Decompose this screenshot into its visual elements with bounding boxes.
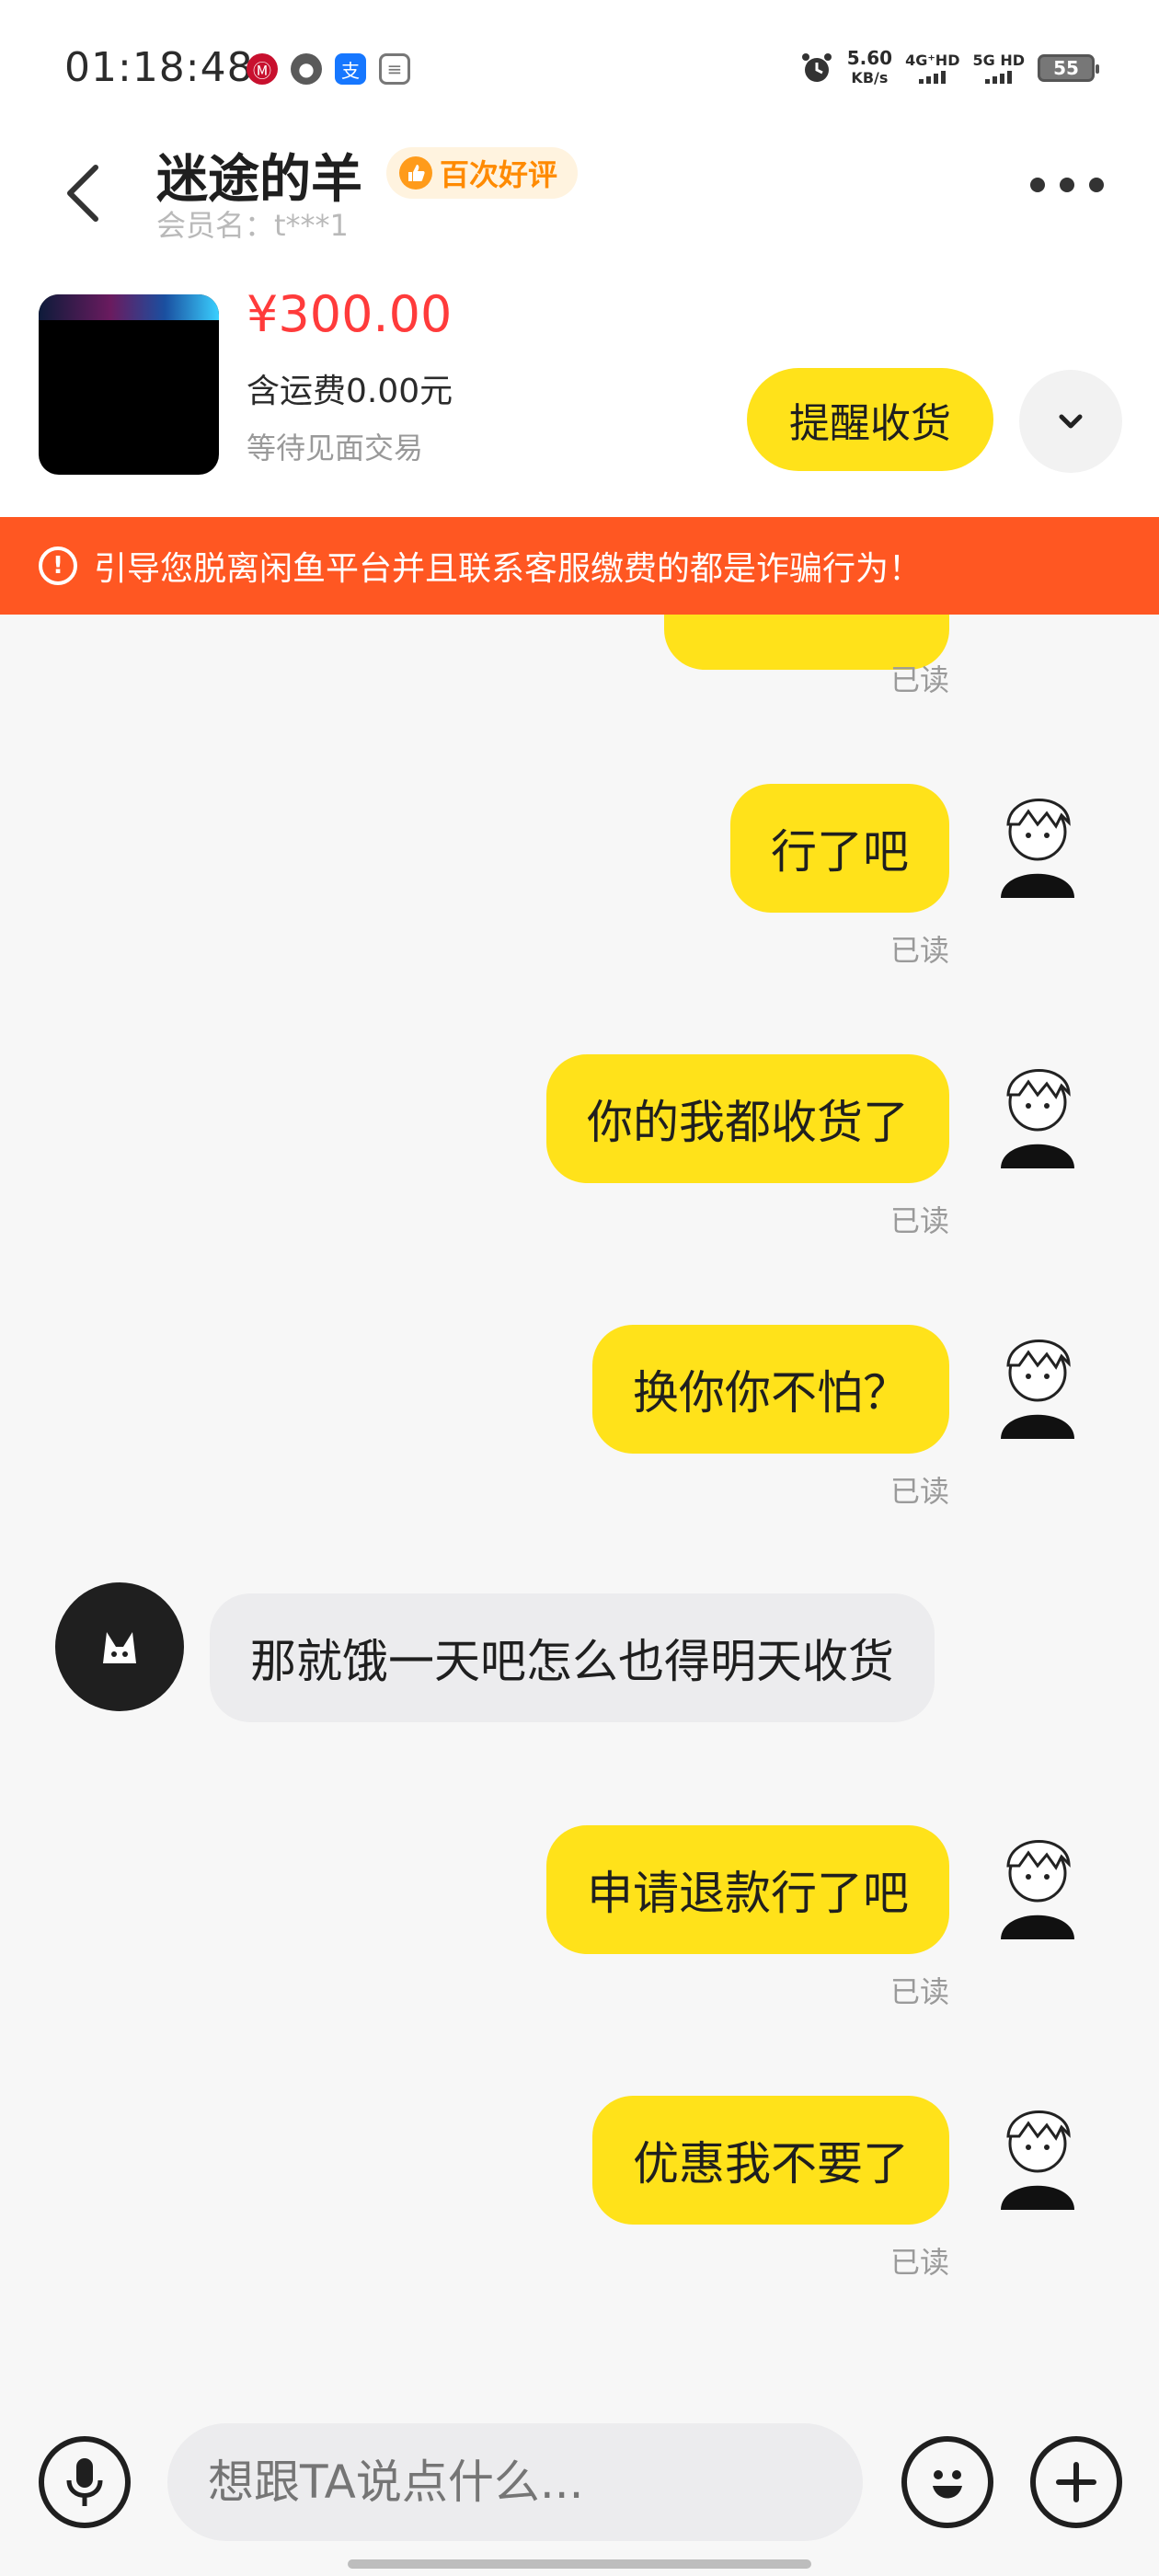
message-bubble[interactable]: 行了吧 bbox=[730, 784, 949, 913]
product-image-strip bbox=[39, 294, 219, 320]
network-speed: 5.60 KB/s bbox=[847, 48, 892, 88]
fraud-warning-text: 引导您脱离闲鱼平台并且联系客服缴费的都是诈骗行为！ bbox=[94, 550, 923, 588]
user-avatar-icon bbox=[1001, 1069, 1074, 1168]
deal-status: 等待见面交易 bbox=[247, 431, 424, 466]
message-bubble[interactable]: 换你你不怕？ bbox=[592, 1325, 949, 1454]
read-receipt: 已读 bbox=[889, 1974, 949, 2009]
battery-icon: 55 bbox=[1038, 54, 1099, 82]
bank-app-icon: Ⓜ bbox=[247, 53, 278, 85]
user-avatar-icon bbox=[1001, 1340, 1074, 1439]
voice-button[interactable] bbox=[39, 2436, 131, 2528]
plus-icon bbox=[1056, 2462, 1096, 2502]
read-receipt: 已读 bbox=[889, 1203, 949, 1238]
more-functions-button[interactable] bbox=[1030, 2436, 1122, 2528]
my-avatar[interactable] bbox=[982, 2090, 1093, 2210]
shipping-fee: 含运费0.00元 bbox=[247, 373, 453, 410]
product-thumbnail[interactable] bbox=[39, 294, 219, 475]
more-dot-icon bbox=[1030, 178, 1045, 192]
signal-4g: 4G⁺HD bbox=[905, 52, 959, 84]
review-badge[interactable]: 百次好评 bbox=[386, 147, 579, 199]
my-avatar[interactable] bbox=[982, 1319, 1093, 1439]
message-bubble-received[interactable]: 那就饿一天吧怎么也得明天收货 bbox=[210, 1593, 935, 1722]
net1-label: 4G⁺HD bbox=[905, 52, 960, 69]
status-bar: 01:18:48 Ⓜ ● 支 ≡ 5.60 KB/s 4G⁺HD 5G HD 5… bbox=[0, 0, 1159, 138]
message-bubble[interactable]: 申请退款行了吧 bbox=[546, 1825, 949, 1954]
message-bubble[interactable]: 优惠我不要了 bbox=[592, 2096, 949, 2225]
more-dot-icon bbox=[1089, 178, 1104, 192]
document-icon: ≡ bbox=[379, 53, 410, 85]
user-avatar-icon bbox=[1001, 2110, 1074, 2210]
cat-avatar-icon bbox=[103, 1632, 136, 1663]
status-time: 01:18:48 bbox=[64, 44, 254, 91]
read-receipt: 已读 bbox=[889, 662, 949, 697]
my-avatar[interactable] bbox=[982, 1820, 1093, 1939]
thumbs-up-icon bbox=[399, 156, 432, 190]
microphone-icon bbox=[66, 2458, 103, 2506]
notification-icons: Ⓜ ● 支 ≡ bbox=[247, 53, 410, 85]
more-options-button[interactable] bbox=[1030, 175, 1104, 195]
chat-header: 迷途的羊 百次好评 会员名：t***1 ¥300.00 含运费0.00元 等待见… bbox=[0, 138, 1159, 524]
my-avatar[interactable] bbox=[982, 1049, 1093, 1168]
user-avatar-icon bbox=[1001, 1840, 1074, 1939]
message-input[interactable] bbox=[167, 2423, 863, 2541]
alarm-icon bbox=[801, 53, 832, 82]
read-receipt: 已读 bbox=[889, 1474, 949, 1509]
status-right: 5.60 KB/s 4G⁺HD 5G HD 55 bbox=[799, 48, 1099, 88]
member-name: 会员名：t***1 bbox=[156, 208, 349, 243]
input-bar bbox=[0, 2409, 1159, 2576]
back-button[interactable] bbox=[55, 156, 110, 230]
chevron-down-icon bbox=[1059, 414, 1083, 429]
emoji-button[interactable] bbox=[901, 2436, 993, 2528]
smiley-icon bbox=[933, 2470, 962, 2499]
signal-bars-icon bbox=[985, 69, 1013, 84]
signal-bars-icon bbox=[919, 69, 947, 84]
expand-button[interactable] bbox=[1019, 370, 1122, 473]
user-avatar-icon bbox=[1001, 799, 1074, 898]
product-price: ¥300.00 bbox=[247, 285, 453, 343]
alipay-icon: 支 bbox=[335, 53, 366, 85]
alert-icon: ! bbox=[39, 546, 77, 585]
seller-avatar[interactable] bbox=[55, 1582, 184, 1711]
speed-unit: KB/s bbox=[851, 69, 889, 86]
speed-value: 5.60 bbox=[846, 47, 893, 69]
read-receipt: 已读 bbox=[889, 933, 949, 968]
home-indicator[interactable] bbox=[348, 2559, 811, 2569]
net2-label: 5G HD bbox=[972, 52, 1025, 69]
message-bubble[interactable]: 你的我都收货了 bbox=[546, 1054, 949, 1183]
chat-area[interactable]: 已读 行了吧 已读 你的我都收货了 已读 换你你不怕？ 已读 那就饿一天吧怎么也… bbox=[0, 615, 1159, 2409]
back-arrow-icon bbox=[67, 165, 98, 222]
signal-5g: 5G HD bbox=[972, 52, 1025, 84]
read-receipt: 已读 bbox=[889, 2245, 949, 2280]
remind-receipt-button[interactable]: 提醒收货 bbox=[747, 368, 993, 471]
message-icon: ● bbox=[291, 53, 322, 85]
seller-name[interactable]: 迷途的羊 bbox=[156, 138, 362, 213]
review-badge-label: 百次好评 bbox=[440, 157, 558, 192]
my-avatar[interactable] bbox=[982, 778, 1093, 898]
more-dot-icon bbox=[1060, 178, 1074, 192]
fraud-warning-banner: ! 引导您脱离闲鱼平台并且联系客服缴费的都是诈骗行为！ bbox=[0, 517, 1159, 615]
